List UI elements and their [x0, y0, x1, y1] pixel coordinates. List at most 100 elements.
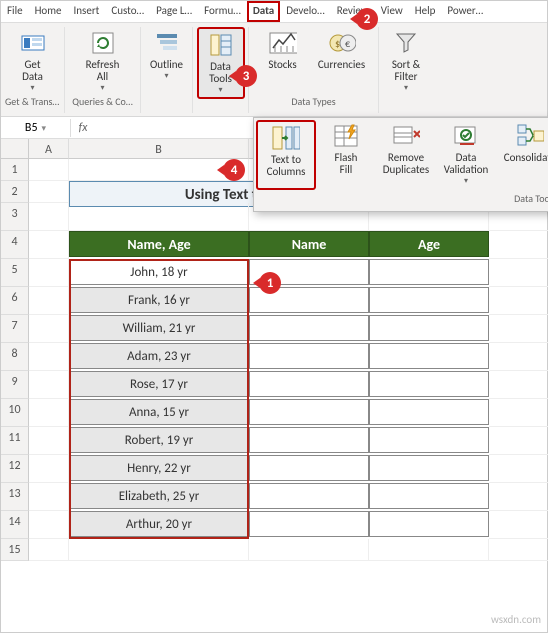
tab-home[interactable]: Home [29, 1, 68, 22]
outline-icon [153, 29, 181, 57]
row-header[interactable]: 14 [1, 511, 29, 539]
row-header[interactable]: 10 [1, 399, 29, 427]
tab-file[interactable]: File [1, 1, 29, 22]
row-header[interactable]: 9 [1, 371, 29, 399]
data-cell[interactable] [369, 511, 489, 537]
get-data-button[interactable]: Get Data ▾ [9, 27, 57, 95]
tab-data[interactable]: Data [247, 1, 280, 22]
chevron-down-icon: ▾ [100, 83, 104, 93]
stocks-button[interactable]: Stocks [255, 27, 311, 73]
data-cell[interactable]: William, 21 yr [69, 315, 249, 341]
data-cell[interactable]: Anna, 15 yr [69, 399, 249, 425]
tab-view[interactable]: View [375, 1, 409, 22]
refresh-all-button[interactable]: Refresh All ▾ [79, 27, 127, 95]
data-cell[interactable] [249, 343, 369, 369]
flash-fill-button[interactable]: Flash Fill [316, 120, 376, 190]
row-header[interactable]: 11 [1, 427, 29, 455]
row-header[interactable]: 15 [1, 539, 29, 561]
sort-filter-button[interactable]: Sort & Filter ▾ [382, 27, 430, 95]
data-validation-button[interactable]: Data Validation ▾ [436, 120, 496, 190]
refresh-icon [89, 29, 117, 57]
chevron-down-icon: ▾ [218, 85, 222, 95]
sort-filter-icon [392, 29, 420, 57]
data-cell[interactable] [369, 315, 489, 341]
currencies-button[interactable]: $€ Currencies [311, 27, 373, 73]
data-cell[interactable] [369, 287, 489, 313]
stocks-icon [269, 29, 297, 57]
text-to-columns-icon [272, 124, 300, 152]
ribbon-tabs: File Home Insert Custo… Page L… Formu… D… [1, 1, 547, 23]
watermark: wsxdn.com [491, 613, 541, 626]
callout-3: 3 [235, 65, 257, 87]
data-cell[interactable] [249, 511, 369, 537]
data-tools-button[interactable]: Data Tools ▾ [197, 27, 245, 99]
data-cell[interactable] [369, 259, 489, 285]
data-cell[interactable] [249, 315, 369, 341]
data-cell[interactable] [249, 455, 369, 481]
svg-text:$: $ [335, 37, 340, 50]
data-tools-popout: Text to Columns Flash Fill Remove Duplic… [253, 117, 548, 212]
table-header[interactable]: Age [369, 231, 489, 257]
data-tools-icon [207, 31, 235, 59]
table-header[interactable]: Name, Age [69, 231, 249, 257]
col-header-b[interactable]: B [69, 139, 249, 159]
ribbon: Get Data ▾ Get & Transform… Refresh All … [1, 23, 547, 117]
data-cell[interactable] [369, 427, 489, 453]
data-cell[interactable]: John, 18 yr [69, 259, 249, 285]
chevron-down-icon: ▾ [464, 176, 468, 186]
data-cell[interactable]: Frank, 16 yr [69, 287, 249, 313]
data-cell[interactable] [249, 483, 369, 509]
data-cell[interactable] [369, 455, 489, 481]
get-data-icon [19, 29, 47, 57]
row-header[interactable]: 2 [1, 181, 29, 203]
tab-formulas[interactable]: Formu… [198, 1, 247, 22]
chevron-down-icon: ▾ [30, 83, 34, 93]
data-cell[interactable]: Arthur, 20 yr [69, 511, 249, 537]
col-header-a[interactable]: A [29, 139, 69, 159]
data-cell[interactable] [249, 371, 369, 397]
row-header[interactable]: 7 [1, 315, 29, 343]
flash-fill-icon [332, 122, 360, 150]
data-validation-icon [452, 122, 480, 150]
callout-1: 1 [259, 272, 281, 294]
tab-developer[interactable]: Develo… [280, 1, 330, 22]
outline-button[interactable]: Outline ▾ [143, 27, 191, 83]
tab-power[interactable]: Power… [441, 1, 489, 22]
tab-page-layout[interactable]: Page L… [150, 1, 198, 22]
consolidate-button[interactable]: Consolidate [496, 120, 548, 190]
text-to-columns-button[interactable]: Text to Columns [256, 120, 316, 190]
row-header[interactable]: 4 [1, 231, 29, 259]
row-header[interactable]: 8 [1, 343, 29, 371]
data-cell[interactable] [369, 343, 489, 369]
row-header[interactable]: 1 [1, 159, 29, 181]
tab-help[interactable]: Help [409, 1, 442, 22]
data-cell[interactable] [369, 371, 489, 397]
data-cell[interactable] [369, 483, 489, 509]
row-header[interactable]: 6 [1, 287, 29, 315]
callout-2: 2 [356, 8, 378, 30]
row-header[interactable]: 3 [1, 203, 29, 231]
name-box[interactable]: B5▾ [1, 119, 71, 137]
data-tools-group-label: Data Tools [256, 190, 548, 209]
data-cell[interactable] [249, 427, 369, 453]
select-all-corner[interactable] [1, 139, 29, 159]
data-cell[interactable]: Rose, 17 yr [69, 371, 249, 397]
table-header[interactable]: Name [249, 231, 369, 257]
row-header[interactable]: 12 [1, 455, 29, 483]
data-cell[interactable]: Robert, 19 yr [69, 427, 249, 453]
tab-insert[interactable]: Insert [68, 1, 106, 22]
row-header[interactable]: 13 [1, 483, 29, 511]
row-header[interactable]: 5 [1, 259, 29, 287]
data-cell[interactable] [369, 399, 489, 425]
tab-customize[interactable]: Custo… [105, 1, 150, 22]
remove-duplicates-icon [392, 122, 420, 150]
data-cell[interactable]: Henry, 22 yr [69, 455, 249, 481]
currencies-icon: $€ [328, 29, 356, 57]
data-cell[interactable]: Elizabeth, 25 yr [69, 483, 249, 509]
remove-duplicates-button[interactable]: Remove Duplicates [376, 120, 436, 190]
data-cell[interactable]: Adam, 23 yr [69, 343, 249, 369]
fx-icon[interactable]: fx [71, 121, 95, 135]
consolidate-icon [516, 122, 544, 150]
svg-text:€: € [345, 37, 350, 50]
data-cell[interactable] [249, 399, 369, 425]
